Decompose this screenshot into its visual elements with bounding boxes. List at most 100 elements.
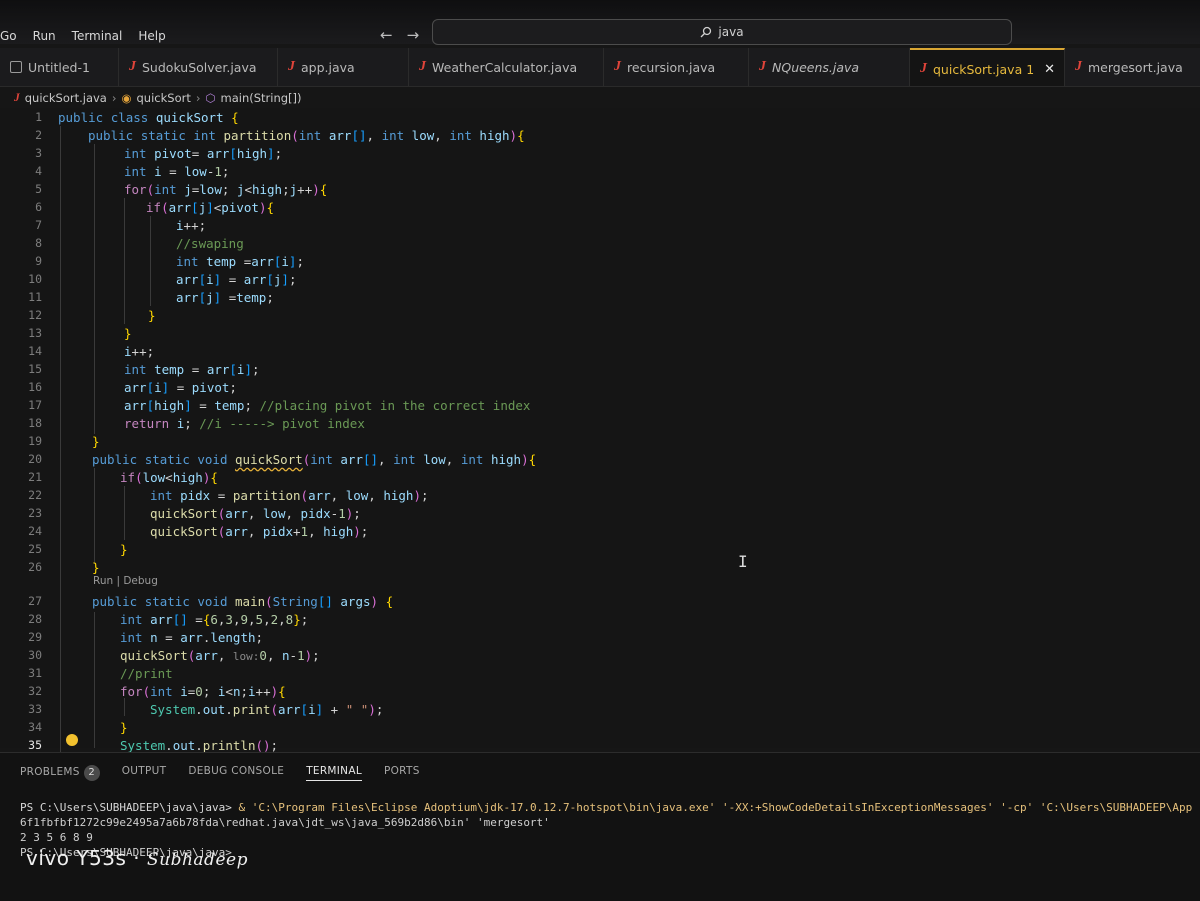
- code-line[interactable]: 17 arr[high] = temp; //placing pivot in t…: [0, 396, 1200, 414]
- tab-untitled-1[interactable]: Untitled-1: [0, 48, 119, 86]
- code-line[interactable]: 30 quickSort(arr, low:0, n-1);: [0, 646, 1200, 664]
- menu-bar: Go Run Terminal Help: [0, 29, 166, 43]
- breadcrumb-method[interactable]: main(String[]): [221, 91, 302, 105]
- code-text: System.out.print(arr[i] + " ");: [150, 701, 384, 717]
- tab-problems[interactable]: PROBLEMS 2: [20, 765, 100, 781]
- code-line[interactable]: 1 public class quickSort {: [0, 108, 1200, 126]
- line-number: 7: [35, 218, 42, 232]
- code-line[interactable]: 27 public static void main(String[] args)…: [0, 592, 1200, 610]
- java-icon: J: [14, 92, 20, 104]
- code-text: public class quickSort {: [58, 109, 239, 125]
- tab-ports[interactable]: PORTS: [384, 765, 420, 781]
- code-line[interactable]: 25}: [0, 540, 1200, 558]
- code-text: return i; //i -----> pivot index: [124, 415, 365, 431]
- code-line[interactable]: 9 int temp =arr[i];: [0, 252, 1200, 270]
- code-text: }: [148, 307, 156, 323]
- line-number: 33: [28, 702, 42, 716]
- breadcrumb-class[interactable]: quickSort: [137, 91, 191, 105]
- line-number: 11: [28, 290, 42, 304]
- code-line[interactable]: 10 arr[i] = arr[j];: [0, 270, 1200, 288]
- back-arrow-icon[interactable]: ←: [380, 26, 393, 44]
- code-line[interactable]: 23 quickSort(arr, low, pidx-1);: [0, 504, 1200, 522]
- tab-recursion[interactable]: J recursion.java: [604, 48, 749, 86]
- tab-app[interactable]: J app.java: [278, 48, 409, 86]
- code-line[interactable]: 14 i++;: [0, 342, 1200, 360]
- line-number: 20: [28, 452, 42, 466]
- code-line[interactable]: 16 arr[i] = pivot;: [0, 378, 1200, 396]
- code-text: for(int i=0; i<n;i++){: [120, 683, 286, 699]
- code-editor[interactable]: 1 public class quickSort {2 public static …: [0, 108, 1200, 758]
- menu-run[interactable]: Run: [33, 29, 56, 43]
- tab-terminal[interactable]: TERMINAL: [306, 765, 362, 781]
- java-icon: J: [759, 59, 766, 74]
- java-icon: J: [920, 61, 927, 76]
- line-number: 21: [28, 470, 42, 484]
- code-line[interactable]: 29 int n = arr.length;: [0, 628, 1200, 646]
- menu-go[interactable]: Go: [0, 29, 17, 43]
- tab-mergesort[interactable]: J mergesort.java: [1065, 48, 1200, 86]
- code-line[interactable]: 28 int arr[] ={6,3,9,5,2,8};: [0, 610, 1200, 628]
- menu-help[interactable]: Help: [138, 29, 165, 43]
- codelens-run-debug[interactable]: Run | Debug: [93, 575, 158, 589]
- code-line[interactable]: 12}: [0, 306, 1200, 324]
- close-icon[interactable]: ✕: [1044, 62, 1055, 77]
- code-text: }: [120, 541, 128, 557]
- line-number: 5: [35, 182, 42, 196]
- code-text: i++;: [124, 343, 155, 359]
- code-text: if(low<high){: [120, 469, 218, 485]
- code-line[interactable]: 5 for(int j=low; j<high;j++){: [0, 180, 1200, 198]
- line-number: 14: [28, 344, 42, 358]
- code-line[interactable]: 26}: [0, 558, 1200, 576]
- code-line[interactable]: 3 int pivot= arr[high];: [0, 144, 1200, 162]
- tab-quicksort[interactable]: J quickSort.java 1 ✕: [910, 48, 1065, 86]
- tab-label: Untitled-1: [28, 59, 90, 75]
- code-line[interactable]: 32 for(int i=0; i<n;i++){: [0, 682, 1200, 700]
- code-line[interactable]: 34}: [0, 718, 1200, 736]
- command-center-search[interactable]: java: [432, 19, 1012, 45]
- tab-sudokusolver[interactable]: J SudokuSolver.java: [119, 48, 278, 86]
- code-line[interactable]: 21 if(low<high){: [0, 468, 1200, 486]
- code-text: }: [92, 433, 100, 449]
- menu-terminal[interactable]: Terminal: [72, 29, 123, 43]
- code-text: int arr[] ={6,3,9,5,2,8};: [120, 611, 309, 627]
- code-text: int n = arr.length;: [120, 629, 264, 645]
- code-line[interactable]: 33 System.out.print(arr[i] + " ");: [0, 700, 1200, 718]
- lightbulb-icon[interactable]: [66, 734, 78, 746]
- code-line[interactable]: 8 //swaping: [0, 234, 1200, 252]
- code-line[interactable]: 24 quickSort(arr, pidx+1, high);: [0, 522, 1200, 540]
- code-line[interactable]: 13}: [0, 324, 1200, 342]
- code-line[interactable]: 19}: [0, 432, 1200, 450]
- line-number: 24: [28, 524, 42, 538]
- java-icon: J: [129, 59, 136, 74]
- code-line[interactable]: 7 i++;: [0, 216, 1200, 234]
- class-icon: ◉: [121, 91, 132, 105]
- tab-output[interactable]: OUTPUT: [122, 765, 167, 781]
- code-line[interactable]: 11 arr[j] =temp;: [0, 288, 1200, 306]
- code-line[interactable]: 18 return i; //i -----> pivot index: [0, 414, 1200, 432]
- tab-label: app.java: [301, 59, 355, 75]
- code-text: quickSort(arr, pidx+1, high);: [150, 523, 369, 539]
- line-number: 19: [28, 434, 42, 448]
- code-line[interactable]: 6 if(arr[j]<pivot){: [0, 198, 1200, 216]
- code-line[interactable]: 2 public static int partition(int arr[], …: [0, 126, 1200, 144]
- code-text: for(int j=low; j<high;j++){: [124, 181, 328, 197]
- code-text: //swaping: [176, 235, 244, 251]
- search-icon: [700, 26, 712, 38]
- tab-weathercalculator[interactable]: J WeatherCalculator.java: [409, 48, 604, 86]
- code-line[interactable]: 31 //print: [0, 664, 1200, 682]
- breadcrumb-file[interactable]: quickSort.java: [25, 91, 107, 105]
- forward-arrow-icon[interactable]: →: [407, 26, 420, 44]
- code-text: if(arr[j]<pivot){: [146, 199, 274, 215]
- code-line[interactable]: 22 int pidx = partition(arr, low, high);: [0, 486, 1200, 504]
- code-text: int i = low-1;: [124, 163, 230, 179]
- code-line[interactable]: 20 public static void quickSort(int arr[]…: [0, 450, 1200, 468]
- code-line[interactable]: 4 int i = low-1;: [0, 162, 1200, 180]
- terminal-line-command[interactable]: PS C:\Users\SUBHADEEP\java\java> & 'C:\P…: [20, 801, 1192, 814]
- line-number: 26: [28, 560, 42, 574]
- problems-badge: 2: [83, 765, 100, 781]
- tab-debug-console[interactable]: DEBUG CONSOLE: [188, 765, 284, 781]
- search-text: java: [718, 25, 744, 39]
- tab-nqueens[interactable]: J NQueens.java: [749, 48, 910, 86]
- code-line[interactable]: 15 int temp = arr[i];: [0, 360, 1200, 378]
- line-number: 3: [35, 146, 42, 160]
